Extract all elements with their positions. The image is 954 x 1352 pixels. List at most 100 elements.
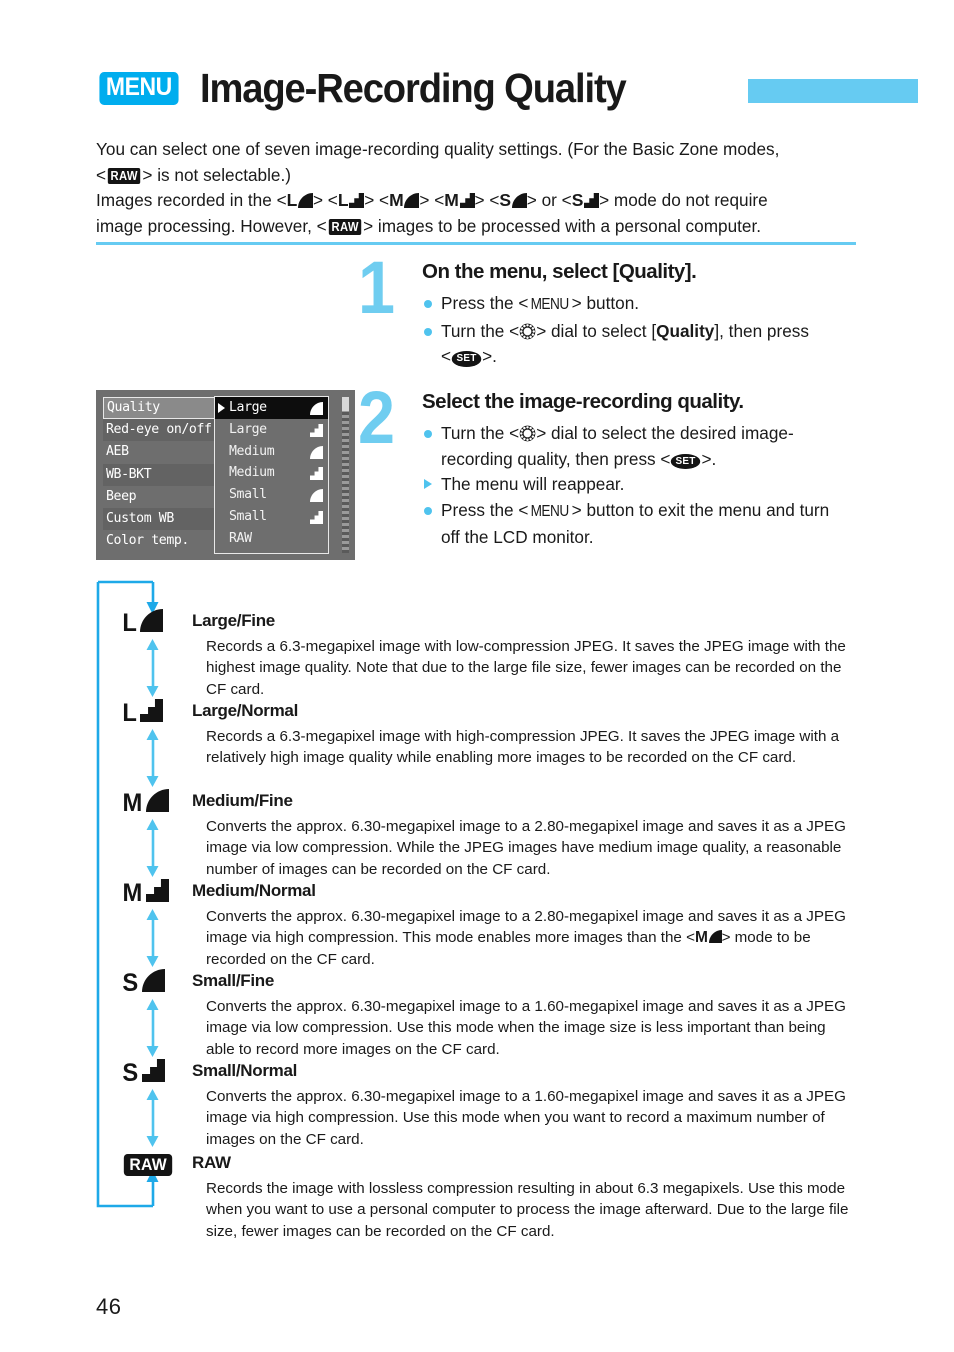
lcd-quality-option-label: Small [229, 487, 267, 503]
lcd-quality-option[interactable]: Large [215, 419, 328, 441]
step-1-bullet-2-lead: Turn the < [441, 320, 520, 341]
lcd-quality-option[interactable]: Large [215, 397, 328, 419]
quality-normal-icon [145, 879, 169, 907]
quality-description: Converts the approx. 6.30-megapixel imag… [206, 908, 846, 968]
menu-button-icon: MENU [531, 502, 570, 520]
quality-icon: M [122, 788, 184, 818]
set-button-icon: SET [671, 453, 701, 469]
quality-normal-icon [310, 423, 323, 437]
lcd-menu-item-quality[interactable]: Quality [103, 397, 215, 420]
intro-line-4-lead: image processing. However, [96, 215, 312, 236]
quality-description: Records a 6.3-megapixel image with high-… [206, 728, 840, 767]
quality-normal-icon [349, 193, 365, 208]
step-1-number: 1 [358, 246, 396, 329]
quality-icon: S [122, 1058, 184, 1088]
intro-line-4-tail: images to be processed with a personal c… [377, 215, 762, 236]
quality-title: Large/Fine [192, 611, 275, 630]
quality-fine-icon [310, 401, 323, 415]
arrow-into-raw-stem [151, 1180, 155, 1206]
lcd-menu-item-beep[interactable]: Beep [103, 486, 215, 508]
lcd-quality-option-label: Large [229, 400, 267, 415]
page-number: 46 [96, 1294, 122, 1319]
step-2-bullet-1-cont-tail: >. [701, 448, 717, 469]
step-1-bullet-3: < SET >. [422, 344, 862, 369]
step-1-bullet-3-lead: < [441, 346, 452, 366]
step-2-heading: Select the image-recording quality. [422, 390, 744, 413]
raw-badge-icon: RAW [107, 167, 141, 184]
quick-control-dial-icon [519, 322, 536, 339]
quick-control-dial-icon [519, 424, 536, 442]
quality-size-letter: L [122, 698, 137, 727]
step-2-bullet-1-cont-lead: recording quality, then press < [441, 448, 671, 469]
intro-paragraph: You can select one of seven image-record… [96, 137, 856, 239]
raw-badge-icon: RAW [123, 1154, 173, 1176]
step-1-bullet-3-tail: >. [482, 346, 497, 366]
step-1-bullet-2-bold: Quality [656, 320, 715, 341]
quality-title: Large/Normal [192, 701, 298, 720]
quality-normal-icon [140, 699, 164, 727]
step-2-bullet-3-cont: off the LCD monitor. [422, 525, 862, 550]
lcd-quality-option[interactable]: Small [215, 506, 328, 528]
lcd-scrollbar [342, 397, 349, 553]
quality-fine-icon [708, 930, 722, 944]
step-1-bullet-2-tail: ], then press [714, 320, 809, 341]
intro-line-3-tail: mode do not require [613, 190, 768, 210]
quality-fine-icon [141, 969, 165, 997]
quality-fine-icon [310, 445, 323, 459]
step-2-bullet-2-text: The menu will reappear. [441, 474, 625, 494]
quality-icon: RAW [122, 1150, 184, 1180]
lcd-quality-option-label: Medium [229, 443, 275, 459]
step-1-bullet-1-tail: > button. [571, 293, 640, 313]
lcd-quality-dropdown: Large Large Medium Medium Small Small RAW [214, 396, 329, 554]
quality-icon: L [122, 698, 184, 728]
lcd-quality-option-label: Medium [229, 465, 275, 481]
quality-title: Small/Normal [192, 1061, 298, 1080]
step-2-bullet-1: Turn the < > dial to select the desired i… [422, 421, 862, 446]
lcd-menu-item-custom-wb[interactable]: Custom WB [103, 507, 215, 531]
quality-description: Converts the approx. 6.30-megapixel imag… [206, 1088, 846, 1148]
lcd-quality-option-label: RAW [229, 530, 252, 546]
lcd-menu-screenshot: Quality Red-eye on/off AEB WB-BKT Beep Custom… [96, 390, 355, 560]
quality-size-letter: S [122, 1058, 139, 1087]
quality-fine-icon [310, 488, 323, 503]
quality-title: RAW [192, 1153, 231, 1172]
quality-size-letter: S [122, 968, 139, 997]
quality-normal-icon [310, 466, 323, 481]
section-divider [96, 242, 856, 245]
quality-title: Medium/Fine [192, 791, 293, 810]
set-button-icon: SET [451, 351, 482, 367]
lcd-quality-option[interactable]: Medium [215, 441, 328, 463]
step-1-bullet-1-lead: Press the < [441, 293, 529, 313]
lcd-quality-option-label: Large [229, 421, 267, 437]
lcd-quality-option-label: Small [229, 508, 267, 524]
quality-description: Converts the approx. 6.30-megapixel imag… [206, 998, 846, 1058]
quality-fine-icon [511, 193, 527, 208]
lcd-quality-option[interactable]: Medium [215, 462, 328, 484]
page-title: Image-Recording Quality [199, 64, 627, 111]
step-2-bullet-3-lead: Press the < [441, 499, 529, 520]
quality-normal-icon [310, 510, 323, 524]
quality-icon: L [122, 608, 184, 638]
intro-line-1-text: You can select one of seven image-record… [96, 139, 780, 159]
step-1-heading: On the menu, select [Quality]. [422, 260, 697, 283]
step-2-bullet-1-cont: recording quality, then press < SET >. [422, 447, 862, 472]
lcd-quality-option[interactable]: RAW [215, 528, 328, 550]
quality-description: Records a 6.3-megapixel image with low-c… [206, 638, 846, 698]
lcd-quality-option[interactable]: Small [215, 484, 328, 506]
step-2-bullet-1-tail: > dial to select the desired image- [536, 423, 794, 443]
lcd-menu-item-wb-bkt[interactable]: WB-BKT [103, 463, 215, 486]
lcd-menu-item-color-temp[interactable]: Color temp. [103, 530, 215, 552]
step-2-bullet-3-cont-text: off the LCD monitor. [441, 527, 594, 547]
lcd-menu-left-column: Quality Red-eye on/off AEB WB-BKT Beep Custom… [103, 397, 215, 553]
lcd-scrollbar-thumb [342, 397, 349, 411]
quality-size-letter: M [122, 788, 143, 817]
step-2-bullet-1-lead: Turn the < [441, 423, 520, 443]
lcd-menu-item-red-eye-on-off[interactable]: Red-eye on/off [103, 419, 215, 442]
quality-fine-icon [298, 193, 313, 208]
step-2-bullet-3: Press the < MENU > button to exit the menu… [422, 498, 862, 525]
menu-badge-icon: MENU [99, 71, 179, 105]
lcd-menu-item-aeb[interactable]: AEB [103, 441, 215, 463]
quality-description: Converts the approx. 6.30-megapixel imag… [206, 818, 846, 878]
quality-icon: M [122, 878, 184, 908]
quality-size-letter: M [122, 878, 143, 907]
